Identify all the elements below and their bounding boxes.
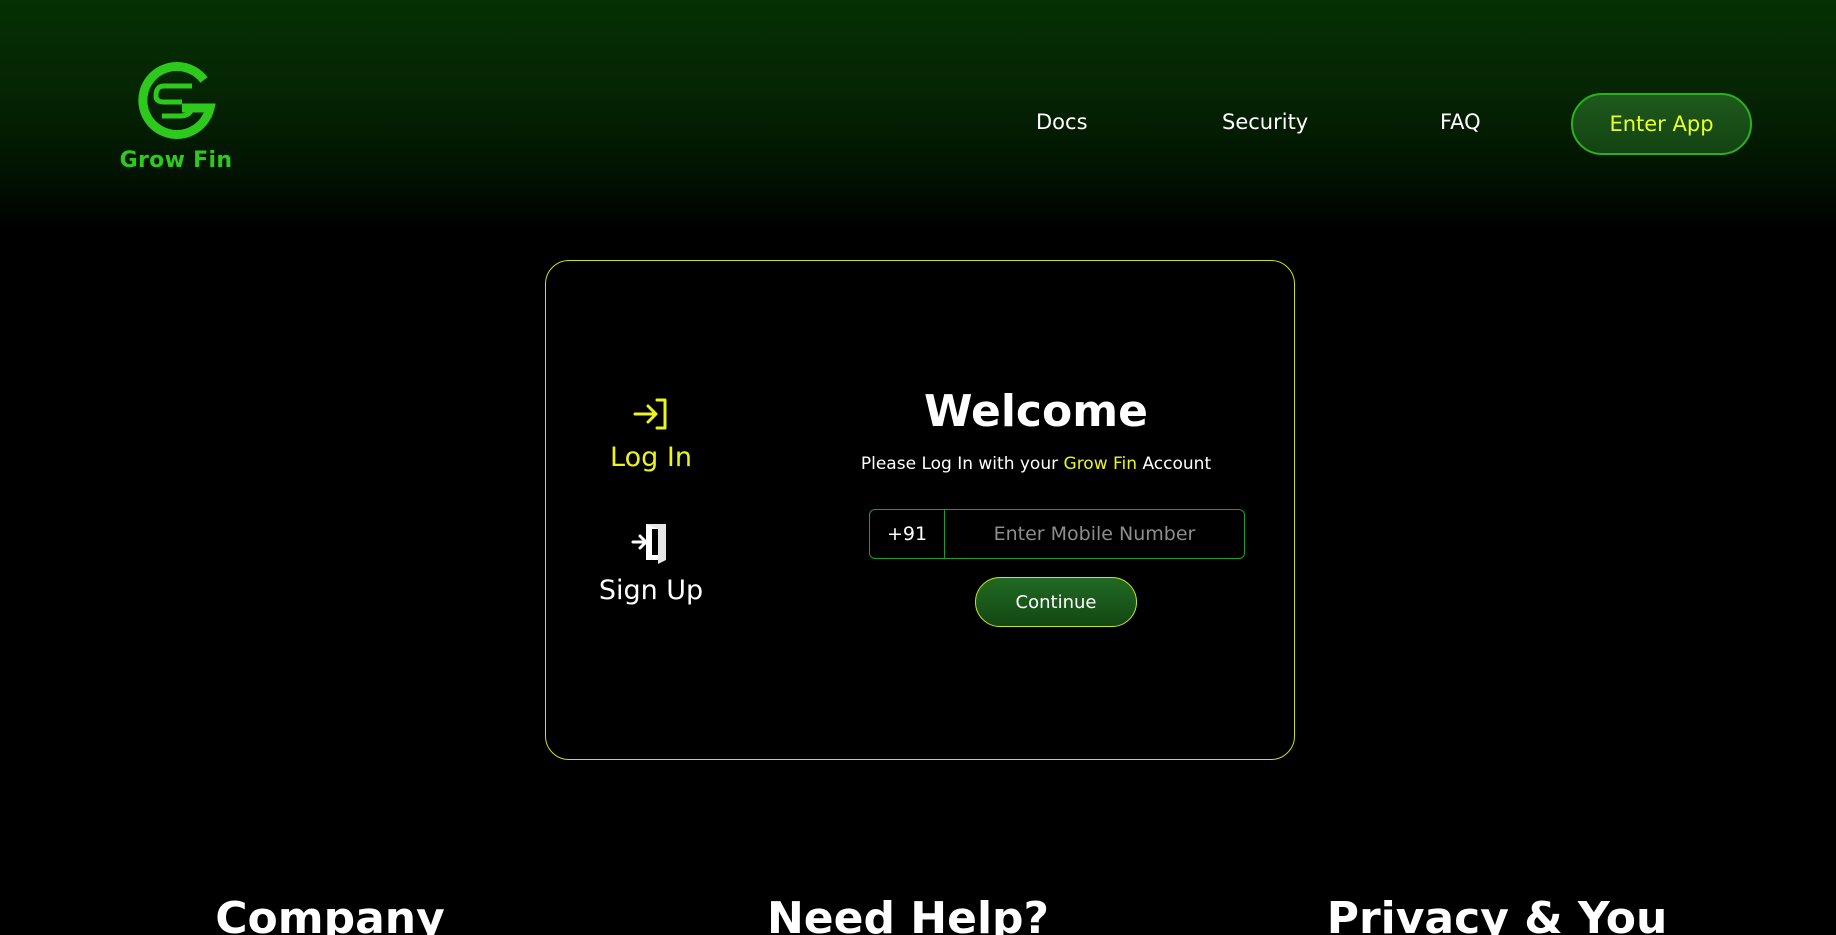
phone-field-group: +91 [869, 509, 1245, 559]
subtitle-suffix: Account [1137, 454, 1212, 474]
login-label: Log In [610, 442, 692, 473]
login-subtitle: Please Log In with your Grow Fin Account [846, 454, 1226, 474]
login-tab[interactable]: Log In [546, 396, 756, 473]
enter-app-button[interactable]: Enter App [1571, 93, 1752, 155]
footer-company-heading: Company [215, 893, 445, 935]
brand-logo[interactable]: Grow Fin [118, 58, 234, 184]
mobile-number-input[interactable] [945, 510, 1244, 558]
site-header: Grow Fin Docs Security FAQ Enter App [0, 0, 1836, 230]
door-enter-icon [630, 521, 672, 565]
growfin-logo-icon [134, 58, 218, 150]
signup-label: Sign Up [598, 575, 704, 606]
auth-card: Log In Sign Up Welcome Please Log In wit… [545, 260, 1295, 760]
subtitle-brand: Grow Fin [1063, 454, 1138, 474]
brand-name: Grow Fin [119, 148, 233, 173]
footer-help-heading: Need Help? [766, 893, 1050, 935]
signup-tab[interactable]: Sign Up [546, 521, 756, 606]
page: Grow Fin Docs Security FAQ Enter App Log… [0, 0, 1836, 935]
subtitle-prefix: Please Log In with your [860, 454, 1064, 474]
country-code[interactable]: +91 [870, 510, 945, 558]
welcome-title: Welcome [924, 386, 1148, 437]
footer-privacy-heading: Privacy & You [1326, 893, 1668, 935]
nav-security-link[interactable]: Security [1222, 110, 1308, 134]
nav-faq-link[interactable]: FAQ [1440, 110, 1481, 134]
continue-button[interactable]: Continue [975, 577, 1137, 627]
nav-docs-link[interactable]: Docs [1036, 110, 1088, 134]
login-arrow-icon [631, 396, 671, 432]
